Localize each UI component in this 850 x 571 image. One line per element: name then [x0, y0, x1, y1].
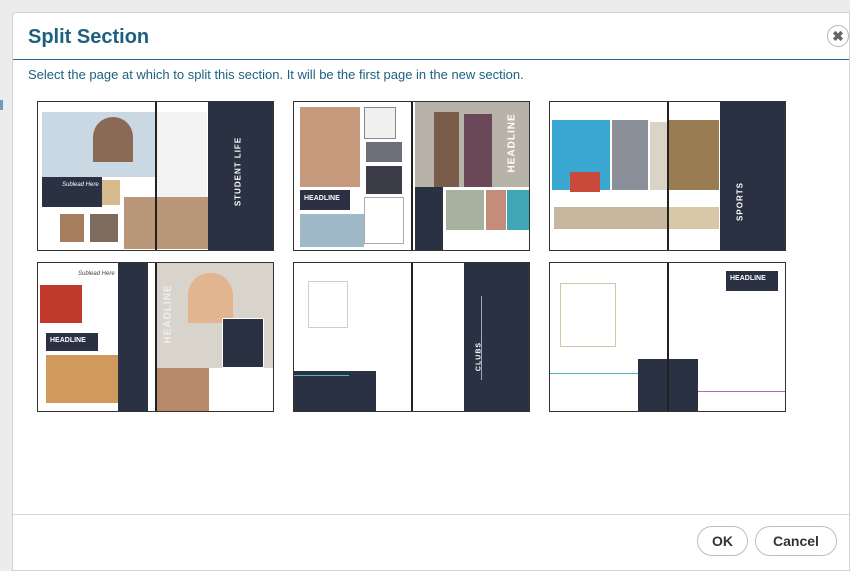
caption-box: Sublead Here: [42, 177, 102, 207]
photo: [124, 197, 208, 249]
spine-text: SPORTS: [735, 182, 745, 221]
instructions-text: Select the page at which to split this s…: [28, 67, 524, 82]
accent-line: [294, 375, 349, 376]
accent-line: [698, 391, 785, 392]
photo-strip: [554, 207, 667, 229]
navy-panel: [294, 371, 376, 411]
photo: [669, 120, 719, 190]
photo: [434, 112, 459, 187]
photo: [446, 190, 484, 230]
page-thumbnail-6[interactable]: HEADLINE: [549, 262, 786, 412]
page-thumbnail-3[interactable]: SPORTS: [549, 101, 786, 251]
photo: [364, 197, 404, 244]
navy-panel: [222, 318, 264, 368]
photo: [157, 112, 207, 197]
sidebar-edge-marker: [0, 100, 3, 110]
photo: [93, 117, 133, 162]
photo: [570, 172, 600, 192]
headline-box: HEADLINE: [300, 190, 350, 210]
photo: [364, 107, 396, 139]
page-spine: [667, 263, 669, 411]
photo: [300, 107, 360, 187]
close-icon: ✖: [832, 27, 844, 44]
page-spine: [411, 102, 413, 250]
photo: [669, 207, 719, 229]
vertical-headline: HEADLINE: [506, 113, 518, 173]
page-thumbnail-4[interactable]: Sublead Here HEADLINE HEADLINE: [37, 262, 274, 412]
photo: [102, 180, 120, 205]
split-section-dialog: Split Section ✖ Select the page at which…: [12, 12, 850, 571]
photo: [60, 214, 84, 242]
photo: [366, 142, 402, 162]
dialog-title: Split Section: [28, 26, 150, 48]
script-text: Sublead Here: [78, 271, 115, 277]
spine-text: CLUBS: [475, 341, 483, 372]
cancel-button[interactable]: Cancel: [755, 526, 837, 556]
photo: [157, 368, 209, 411]
dialog-footer: OK Cancel: [13, 514, 849, 570]
photo: [507, 190, 529, 230]
photo: [464, 114, 492, 187]
ok-button[interactable]: OK: [697, 526, 748, 556]
photo-placeholder: [308, 281, 348, 328]
headline-box: HEADLINE: [46, 333, 98, 351]
dialog-header: Split Section ✖: [13, 13, 849, 60]
photo: [366, 166, 402, 194]
headline-text: HEADLINE: [50, 337, 86, 344]
page-spine: [411, 263, 413, 411]
navy-panel: [118, 263, 148, 411]
photo: [90, 214, 118, 242]
headline-text: HEADLINE: [730, 275, 766, 282]
page-thumbnail-5[interactable]: CLUBS: [293, 262, 530, 412]
navy-panel: [720, 102, 785, 250]
page-spine: [667, 102, 669, 250]
photo: [40, 285, 82, 323]
photo: [46, 355, 118, 403]
navy-panel: [464, 263, 529, 411]
page-spine: [155, 102, 157, 250]
photo: [300, 214, 364, 247]
page-spine: [155, 263, 157, 411]
accent-line: [550, 373, 638, 374]
close-button[interactable]: ✖: [827, 25, 849, 47]
photo: [486, 190, 506, 230]
page-thumbnail-1[interactable]: Sublead Here STUDENT LIFE: [37, 101, 274, 251]
photo: [650, 122, 667, 190]
photo: [612, 120, 648, 190]
photo: [188, 273, 233, 323]
vertical-headline: HEADLINE: [162, 284, 174, 344]
headline-box: HEADLINE: [726, 271, 778, 291]
spine-text: STUDENT LIFE: [233, 136, 243, 207]
photo-placeholder: [560, 283, 616, 347]
headline-text: HEADLINE: [304, 195, 340, 202]
page-thumbnail-2[interactable]: HEADLINE HEADLINE: [293, 101, 530, 251]
navy-panel: [415, 187, 443, 250]
script-text: Sublead Here: [62, 182, 99, 188]
